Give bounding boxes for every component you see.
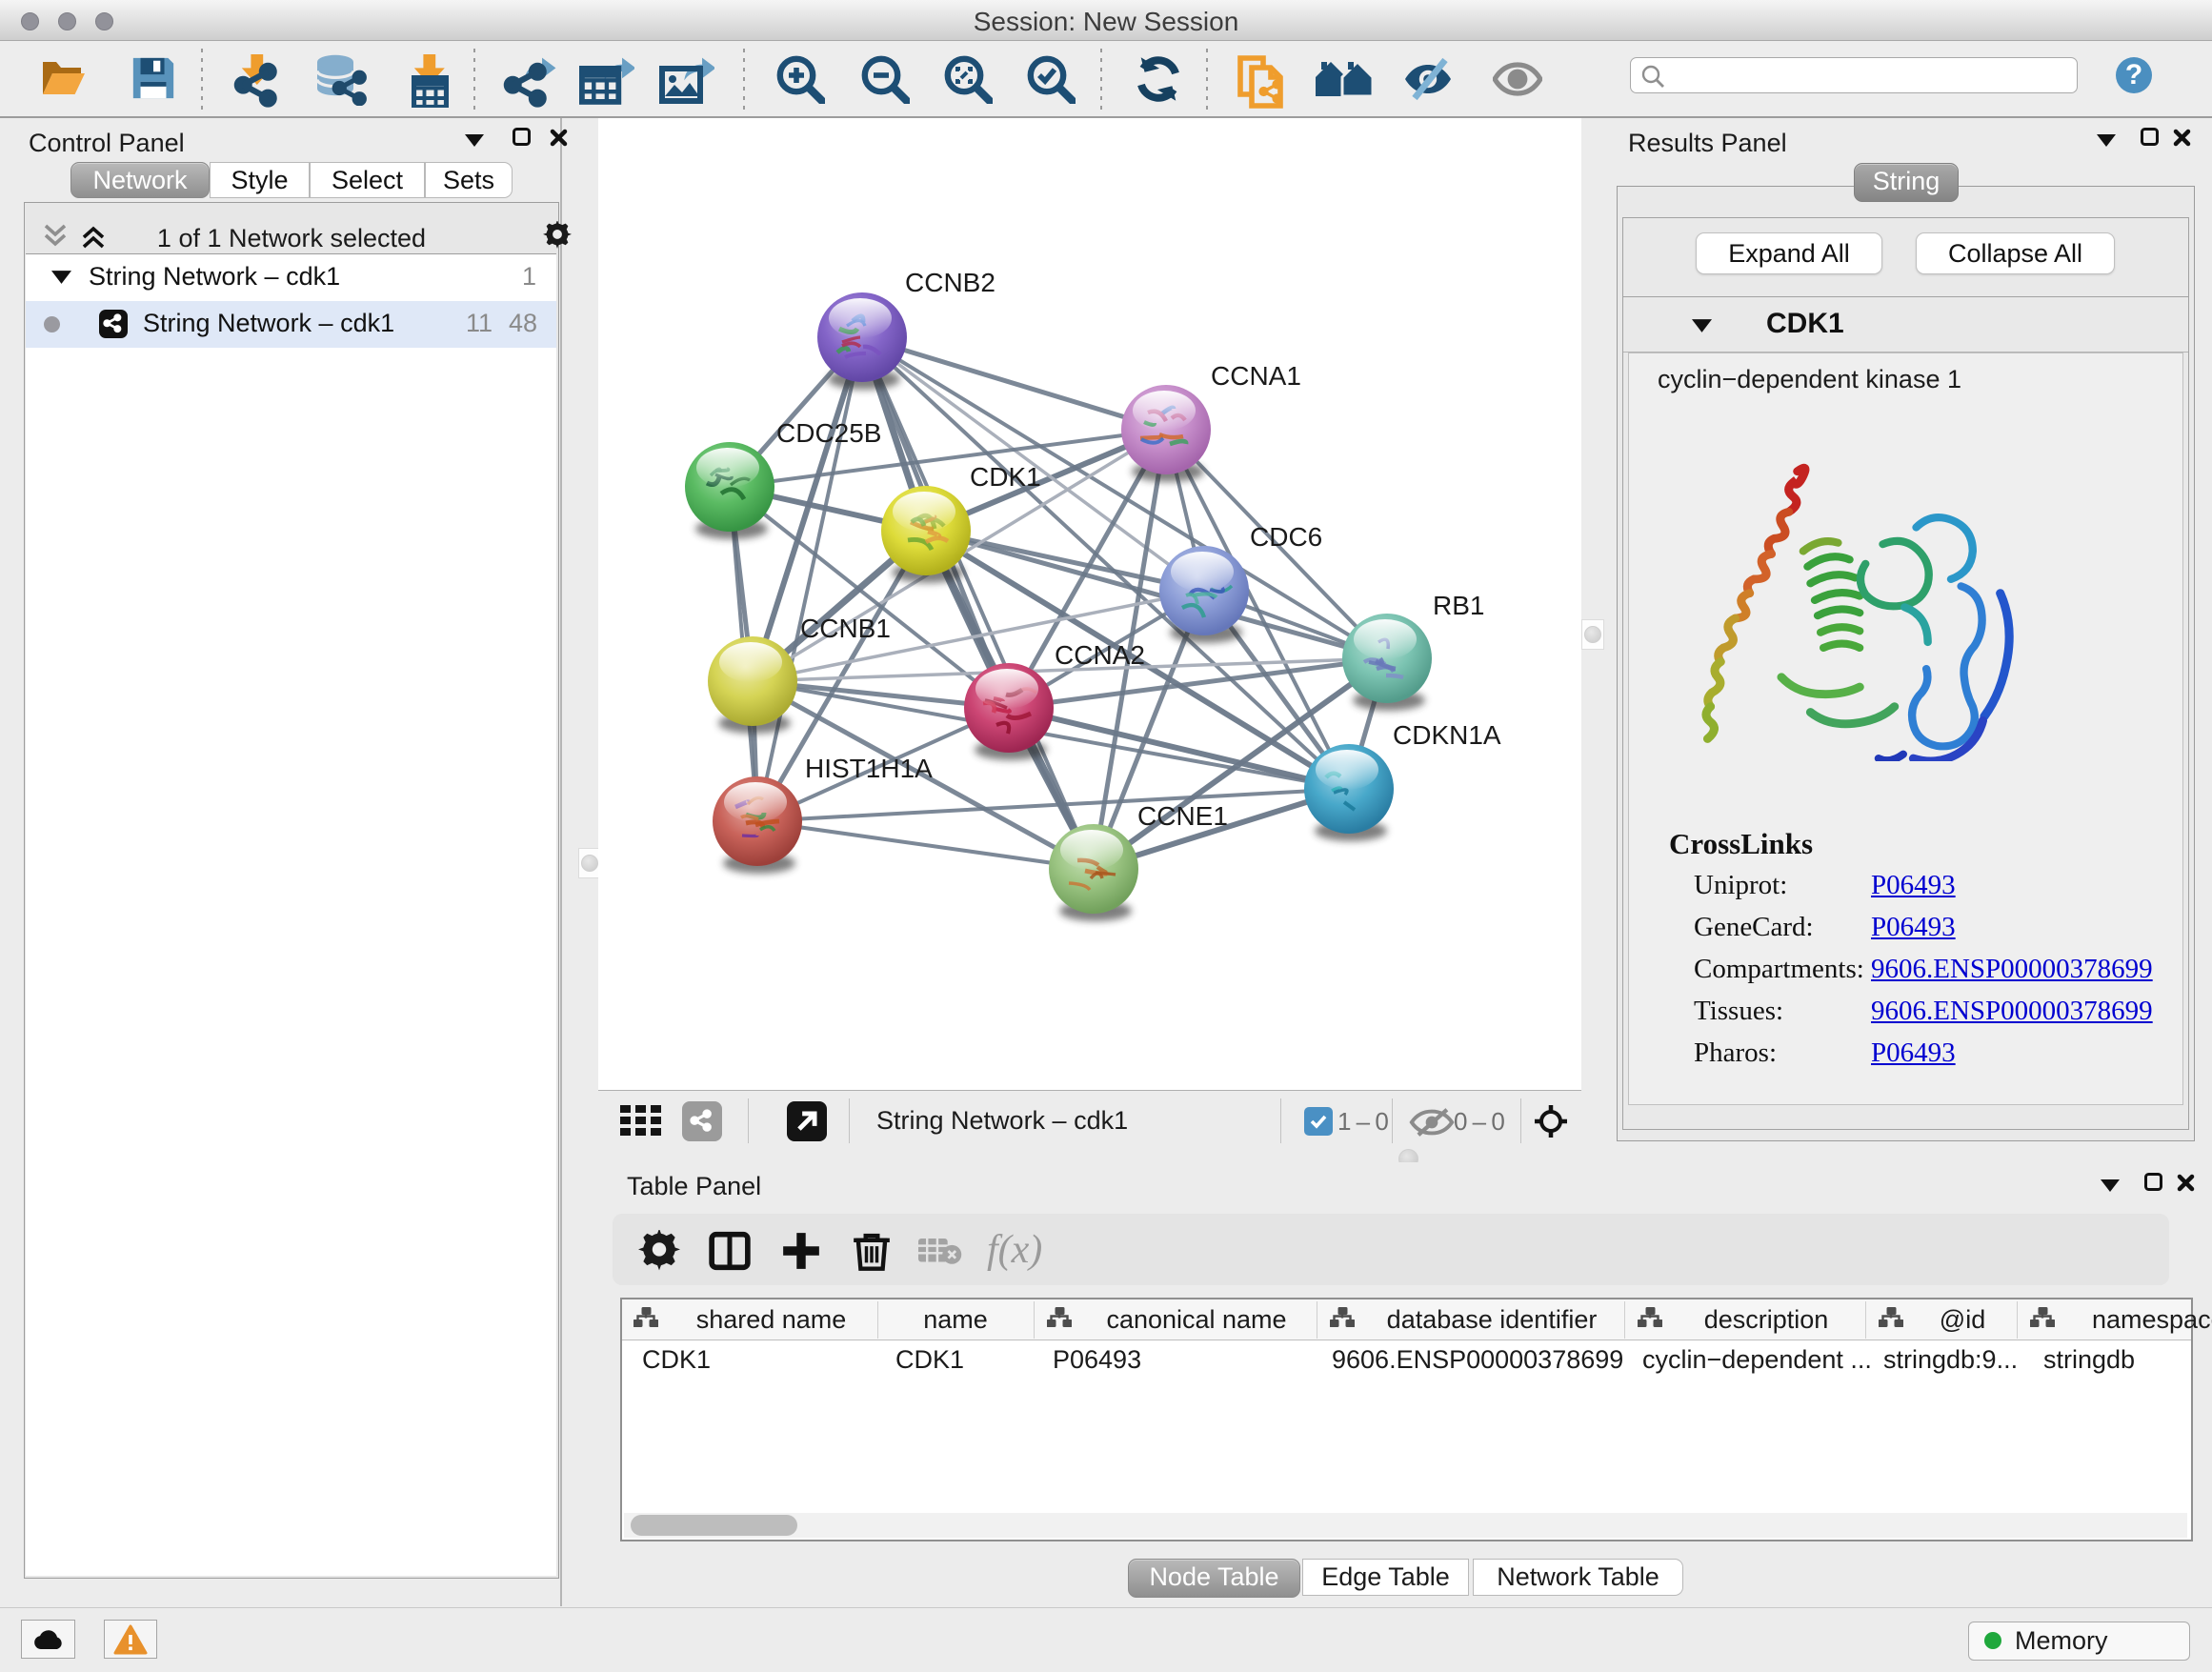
- svg-text:CCNE1: CCNE1: [1137, 801, 1228, 831]
- svg-text:CCNA1: CCNA1: [1211, 361, 1301, 391]
- svg-text:CCNA2: CCNA2: [1055, 640, 1145, 670]
- svg-text:CDK1: CDK1: [970, 462, 1041, 492]
- svg-text:RB1: RB1: [1433, 591, 1484, 620]
- svg-text:CDC6: CDC6: [1250, 522, 1322, 552]
- svg-text:CDKN1A: CDKN1A: [1393, 720, 1501, 750]
- svg-text:CCNB2: CCNB2: [905, 268, 995, 297]
- svg-text:CCNB1: CCNB1: [800, 614, 891, 643]
- svg-text:CDC25B: CDC25B: [776, 418, 881, 448]
- svg-text:HIST1H1A: HIST1H1A: [805, 754, 933, 783]
